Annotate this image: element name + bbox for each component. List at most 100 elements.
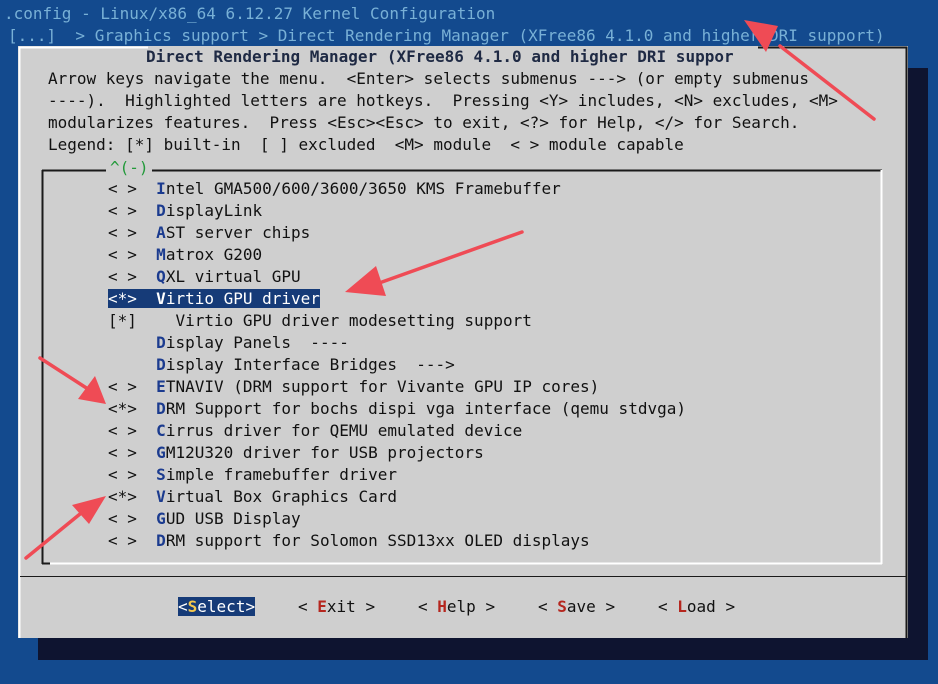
- menu-item-qxl-virtual-gpu[interactable]: < > QXL virtual GPU: [108, 266, 301, 288]
- menu-item-label: Matrox G200: [156, 245, 262, 264]
- help-text-line-2: ----). Highlighted letters are hotkeys. …: [48, 91, 838, 110]
- menu-item-label: DRM support for Solomon SSD13xx OLED dis…: [156, 531, 589, 550]
- menu-item-label: QXL virtual GPU: [156, 267, 301, 286]
- menu-item-text: atrox G200: [165, 245, 263, 264]
- menu-item-state[interactable]: < >: [108, 179, 137, 198]
- button-close-bracket: >: [475, 597, 496, 616]
- menu-item-drm-support-for-solomon-ssd13xx-oled-displays[interactable]: < > DRM support for Solomon SSD13xx OLED…: [108, 530, 590, 552]
- menu-item-text: isplay Panels ----: [165, 333, 349, 352]
- menu-item-state[interactable]: < >: [108, 377, 137, 396]
- menu-item-text: irrus driver for QEMU emulated device: [165, 421, 523, 440]
- button-open-bracket: <: [538, 597, 558, 616]
- menu-item-label: AST server chips: [156, 223, 310, 242]
- menu-item-hotkey: Q: [156, 267, 166, 286]
- button-close-bracket: >: [715, 597, 736, 616]
- menu-item-hotkey: S: [156, 465, 166, 484]
- button-open-bracket: <: [418, 597, 438, 616]
- menu-item-state[interactable]: < >: [108, 245, 137, 264]
- menu-item-hotkey: D: [156, 201, 166, 220]
- menu-item-label: Virtual Box Graphics Card: [156, 487, 397, 506]
- menu-item-text: RM support for Solomon SSD13xx OLED disp…: [165, 531, 590, 550]
- button-open-bracket: <: [178, 597, 188, 616]
- menu-item-text: RM Support for bochs dispi vga interface…: [165, 399, 686, 418]
- menu-item-ast-server-chips[interactable]: < > AST server chips: [108, 222, 310, 244]
- menu-item-state[interactable]: < >: [108, 465, 137, 484]
- menu-item-state[interactable]: < >: [108, 223, 137, 242]
- menu-item-hotkey: V: [156, 289, 166, 308]
- menu-item-label: Display Panels ----: [156, 333, 349, 352]
- menu-item-state[interactable]: <*>: [108, 487, 137, 506]
- menu-item-gud-usb-display[interactable]: < > GUD USB Display: [108, 508, 301, 530]
- dialog-title: Direct Rendering Manager (XFree86 4.1.0 …: [146, 47, 734, 66]
- menu-item-hotkey: D: [156, 355, 166, 374]
- button-close-bracket: >: [595, 597, 616, 616]
- save-button[interactable]: < Save >: [538, 596, 615, 618]
- button-label: xit: [326, 597, 356, 616]
- menu-item-text: isplay Interface Bridges --->: [165, 355, 455, 374]
- menu-item-state[interactable]: < >: [108, 531, 137, 550]
- button-close-bracket: >: [245, 597, 256, 616]
- menu-item-label: DRM Support for bochs dispi vga interfac…: [156, 399, 686, 418]
- menu-item-drm-support-for-bochs-dispi-vga-interface-qemu-stdvga[interactable]: <*> DRM Support for bochs dispi vga inte…: [108, 398, 686, 420]
- exit-button[interactable]: < Exit >: [298, 596, 375, 618]
- select-button[interactable]: <Select>: [178, 596, 256, 618]
- config-dialog: Direct Rendering Manager (XFree86 4.1.0 …: [18, 46, 908, 638]
- menu-item-text: imple framebuffer driver: [165, 465, 397, 484]
- menu-item-hotkey: G: [156, 509, 166, 528]
- menu-item-etnaviv-drm-support-for-vivante-gpu-ip-cores[interactable]: < > ETNAVIV (DRM support for Vivante GPU…: [108, 376, 599, 398]
- menu-item-hotkey: D: [156, 531, 166, 550]
- menu-item-label: Display Interface Bridges --->: [156, 355, 455, 374]
- menu-item-virtio-gpu-driver-modesetting-support[interactable]: [*] Virtio GPU driver modesetting suppor…: [108, 310, 532, 332]
- menu-item-hotkey: M: [156, 245, 166, 264]
- menu-item-text: ST server chips: [165, 223, 311, 242]
- load-button[interactable]: < Load >: [658, 596, 735, 618]
- menu-item-hotkey: A: [156, 223, 166, 242]
- button-label: oad: [686, 597, 716, 616]
- menu-item-gm12u320-driver-for-usb-projectors[interactable]: < > GM12U320 driver for USB projectors: [108, 442, 484, 464]
- menu-item-label: GUD USB Display: [156, 509, 301, 528]
- button-hotkey: E: [317, 597, 327, 616]
- button-label: elp: [446, 597, 476, 616]
- menu-item-state[interactable]: <*>: [108, 399, 137, 418]
- menu-item-virtual-box-graphics-card[interactable]: <*> Virtual Box Graphics Card: [108, 486, 397, 508]
- menu-item-state[interactable]: < >: [108, 509, 137, 528]
- menu-item-display-interface-bridges[interactable]: Display Interface Bridges --->: [108, 354, 455, 376]
- menu-item-cirrus-driver-for-qemu-emulated-device[interactable]: < > Cirrus driver for QEMU emulated devi…: [108, 420, 522, 442]
- menu-item-label: Intel GMA500/600/3600/3650 KMS Framebuff…: [156, 179, 561, 198]
- menu-item-label: DisplayLink: [156, 201, 262, 220]
- menu-item-label: Cirrus driver for QEMU emulated device: [156, 421, 522, 440]
- menu-item-state[interactable]: < >: [108, 443, 137, 462]
- button-open-bracket: <: [658, 597, 678, 616]
- menu-item-intel-gma500-600-3600-3650-kms-framebuffer[interactable]: < > Intel GMA500/600/3600/3650 KMS Frame…: [108, 178, 561, 200]
- menu-item-text: irtio GPU driver: [165, 289, 320, 308]
- menu-item-state[interactable]: [*]: [108, 311, 137, 330]
- menu-item-display-panels[interactable]: Display Panels ----: [108, 332, 349, 354]
- help-button[interactable]: < Help >: [418, 596, 495, 618]
- menu-item-text: isplayLink: [165, 201, 263, 220]
- button-open-bracket: <: [298, 597, 318, 616]
- button-hotkey: S: [557, 597, 567, 616]
- menu-item-matrox-g200[interactable]: < > Matrox G200: [108, 244, 262, 266]
- button-label: ave: [566, 597, 596, 616]
- dialog-outer-border-right: [758, 46, 908, 638]
- menu-item-text: XL virtual GPU: [165, 267, 301, 286]
- menu-item-hotkey: C: [156, 421, 166, 440]
- help-text-line-1: Arrow keys navigate the menu. <Enter> se…: [48, 69, 809, 88]
- menu-item-hotkey: V: [156, 487, 166, 506]
- menu-item-label: GM12U320 driver for USB projectors: [156, 443, 484, 462]
- menu-item-displaylink[interactable]: < > DisplayLink: [108, 200, 262, 222]
- button-hotkey: L: [677, 597, 687, 616]
- menu-item-simple-framebuffer-driver[interactable]: < > Simple framebuffer driver: [108, 464, 397, 486]
- menu-item-state[interactable]: <*>: [108, 289, 137, 308]
- menu-item-state[interactable]: < >: [108, 421, 137, 440]
- menu-item-state[interactable]: < >: [108, 201, 137, 220]
- menu-item-text: M12U320 driver for USB projectors: [165, 443, 484, 462]
- menu-item-label: Virtio GPU driver: [156, 289, 320, 308]
- legend-text: Legend: [*] built-in [ ] excluded <M> mo…: [48, 135, 684, 154]
- button-hotkey: S: [187, 597, 198, 616]
- help-text-line-3: modularizes features. Press <Esc><Esc> t…: [48, 113, 800, 132]
- menu-item-label: Virtio GPU driver modesetting support: [175, 311, 531, 330]
- menu-item-text: Virtio GPU driver modesetting support: [175, 311, 532, 330]
- menu-item-state[interactable]: < >: [108, 267, 137, 286]
- menu-item-virtio-gpu-driver[interactable]: <*> Virtio GPU driver: [108, 288, 320, 310]
